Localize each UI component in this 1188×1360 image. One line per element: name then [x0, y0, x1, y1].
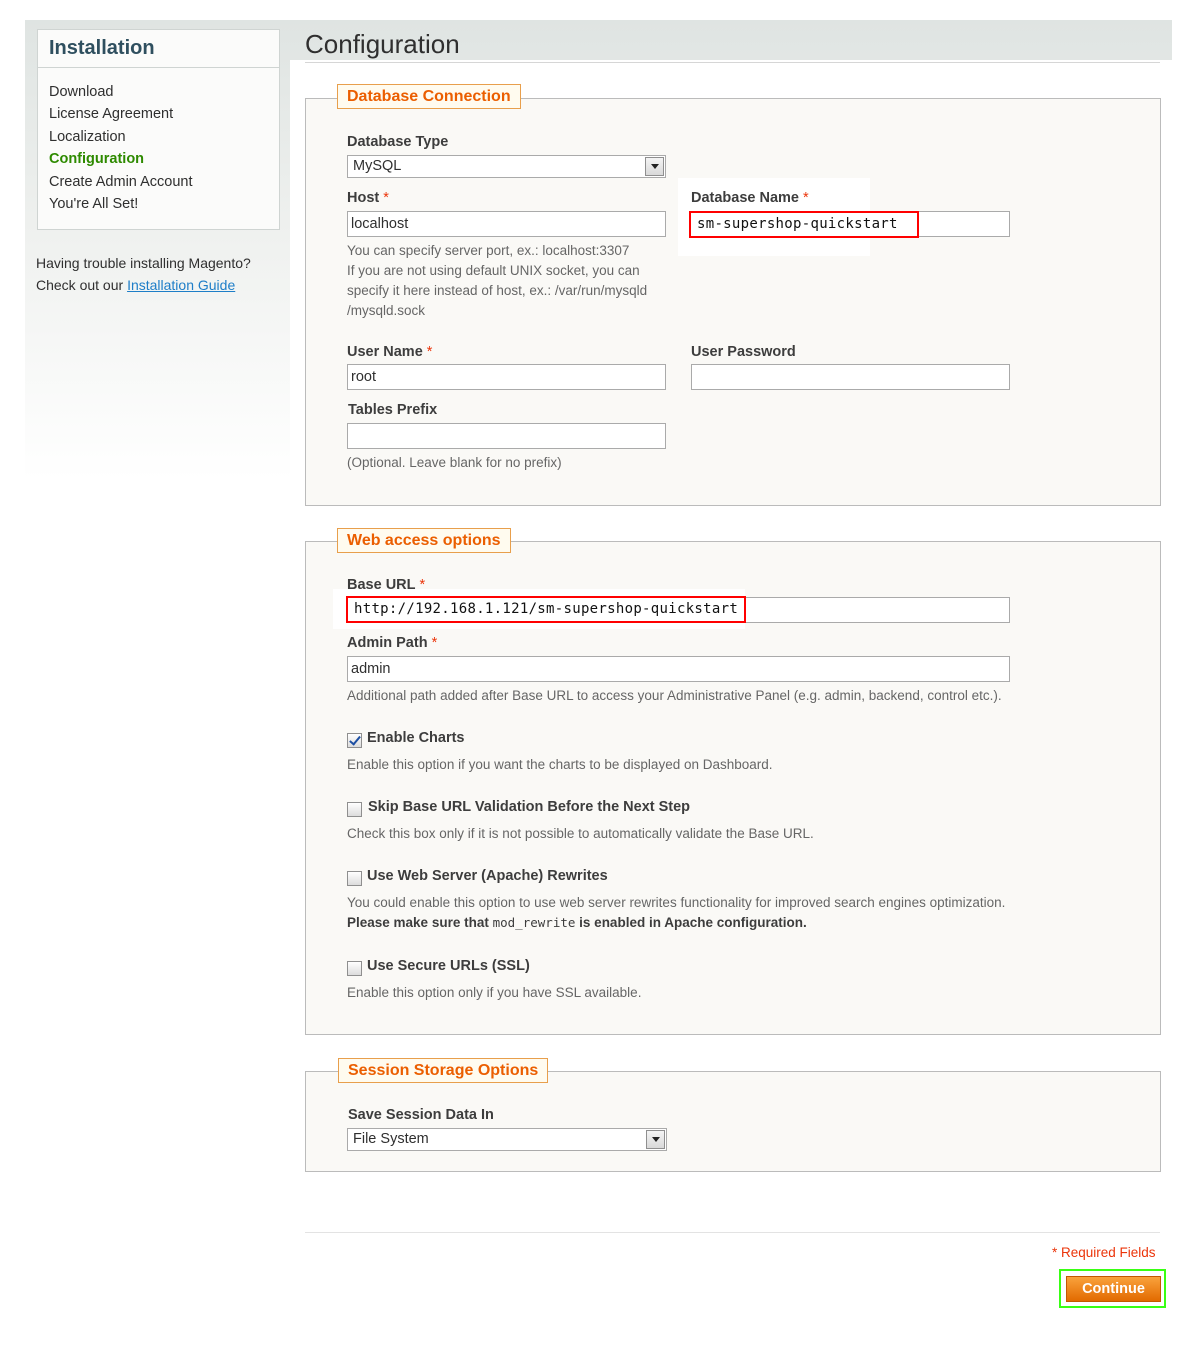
skip-validation-label: Skip Base URL Validation Before the Next…	[368, 799, 691, 815]
admin-path-input[interactable]	[347, 656, 1010, 682]
save-session-label: Save Session Data In	[348, 1107, 494, 1123]
skip-validation-note: Check this box only if it is not possibl…	[347, 826, 814, 841]
web-access-legend: Web access options	[337, 528, 511, 553]
divider	[305, 62, 1160, 63]
user-name-label: User Name *	[347, 344, 433, 360]
divider	[38, 67, 279, 68]
admin-path-note: Additional path added after Base URL to …	[347, 688, 1002, 703]
enable-charts-note: Enable this option if you want the chart…	[347, 757, 773, 772]
host-label: Host *	[347, 190, 389, 206]
mod-rewrite-code: mod_rewrite	[492, 915, 576, 930]
ssl-note: Enable this option only if you have SSL …	[347, 985, 642, 1000]
base-url-value: http://192.168.1.121/sm-supershop-quicks…	[346, 596, 746, 623]
ssl-label: Use Secure URLs (SSL)	[367, 958, 530, 974]
tables-prefix-input[interactable]	[347, 423, 666, 449]
save-session-value: File System	[353, 1131, 429, 1147]
host-note: You can specify server port, ex.: localh…	[347, 243, 648, 318]
tables-prefix-label: Tables Prefix	[348, 402, 438, 418]
sidebar-title: Installation	[49, 37, 155, 59]
page-title: Configuration	[305, 29, 460, 59]
skip-validation-checkbox[interactable]	[347, 802, 362, 817]
database-type-label: Database Type	[347, 134, 449, 150]
divider	[305, 1232, 1160, 1233]
installation-guide-link[interactable]: Installation Guide	[127, 277, 235, 293]
database-type-select[interactable]: MySQL	[347, 155, 666, 178]
user-name-input[interactable]	[347, 364, 666, 390]
rewrites-label: Use Web Server (Apache) Rewrites	[367, 868, 608, 884]
database-type-value: MySQL	[353, 158, 402, 174]
rewrites-note: You could enable this option to use web …	[347, 895, 1006, 910]
rewrites-warning: Please make sure that mod_rewrite is ena…	[347, 915, 807, 930]
step-all-set: You're All Set!	[49, 196, 139, 212]
help-text-line1: Having trouble installing Magento?	[36, 255, 251, 271]
database-name-value: sm-supershop-quickstart	[689, 211, 919, 238]
user-password-input[interactable]	[691, 364, 1010, 390]
chevron-down-icon	[646, 1130, 665, 1149]
chevron-down-icon	[645, 157, 664, 176]
database-connection-legend: Database Connection	[337, 84, 521, 109]
enable-charts-checkbox[interactable]	[347, 733, 362, 748]
admin-path-label: Admin Path *	[347, 635, 438, 651]
continue-button[interactable]: Continue	[1066, 1276, 1161, 1302]
user-password-label: User Password	[691, 344, 796, 360]
help-text-line2: Check out our Installation Guide	[36, 277, 235, 293]
help-text-prefix: Check out our	[36, 277, 124, 293]
host-input[interactable]	[347, 211, 666, 237]
database-name-label: Database Name *	[691, 190, 809, 206]
step-license-agreement: License Agreement	[49, 106, 174, 122]
rewrites-checkbox[interactable]	[347, 871, 362, 886]
enable-charts-label: Enable Charts	[367, 730, 465, 746]
save-session-select[interactable]: File System	[347, 1128, 667, 1151]
required-fields-note: * Required Fields	[1052, 1245, 1156, 1260]
session-storage-legend: Session Storage Options	[338, 1058, 549, 1083]
step-download: Download	[49, 84, 114, 100]
ssl-checkbox[interactable]	[347, 961, 362, 976]
step-localization: Localization	[49, 129, 126, 145]
step-create-admin-account: Create Admin Account	[49, 174, 193, 190]
tables-prefix-note: (Optional. Leave blank for no prefix)	[347, 455, 562, 470]
step-configuration: Configuration	[49, 151, 145, 167]
